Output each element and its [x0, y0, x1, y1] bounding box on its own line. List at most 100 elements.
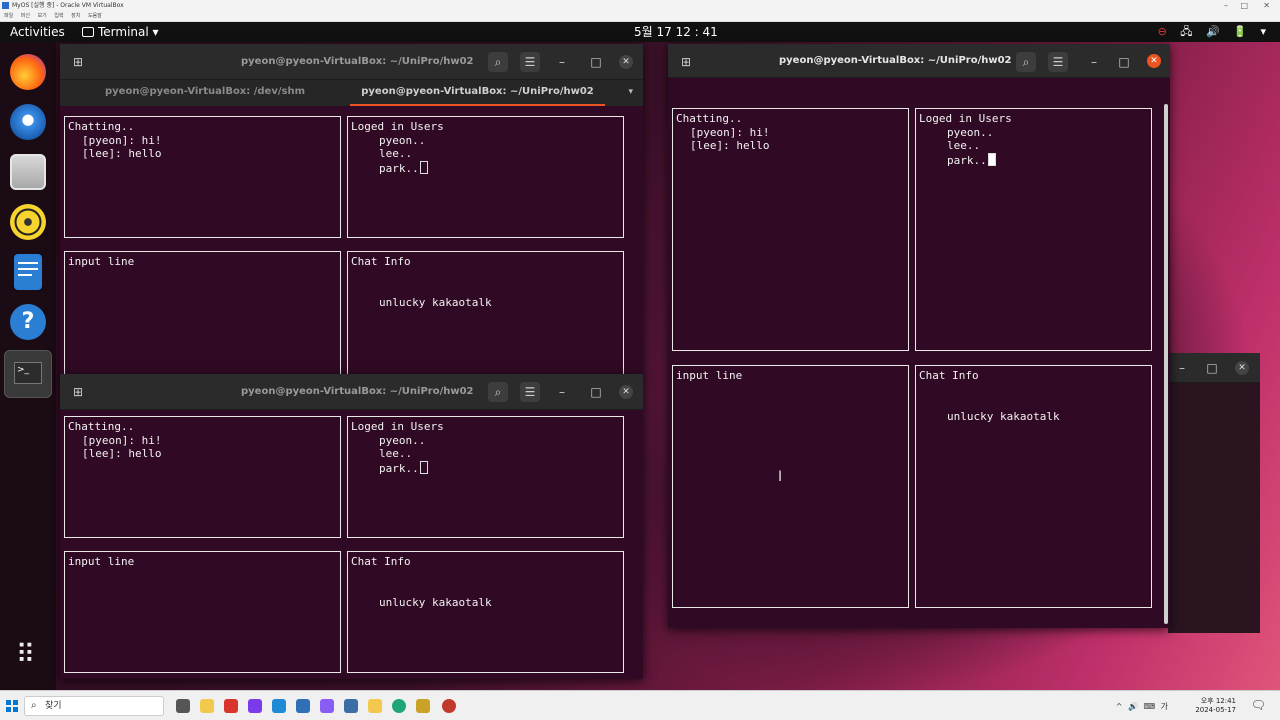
minimize-button[interactable]: – [552, 382, 572, 402]
help-icon[interactable]: ? [10, 304, 46, 340]
mouse-ibeam-cursor: I [778, 469, 783, 485]
close-button[interactable]: ✕ [619, 385, 633, 399]
minimize-button[interactable]: – [1172, 358, 1192, 378]
user-item: pyeon.. [379, 433, 426, 447]
rhythmbox-icon[interactable] [10, 204, 46, 240]
user-item: pyeon.. [947, 125, 994, 139]
users-label: Loged in Users [351, 120, 444, 133]
clock[interactable]: 5월 17 12 : 41 [634, 22, 718, 42]
firefox-icon[interactable] [10, 54, 46, 90]
host-close-button[interactable]: ✕ [1263, 0, 1270, 11]
notification-icon[interactable]: 🗨 [1251, 698, 1266, 712]
tab-bar: pyeon@pyeon-VirtualBox: /dev/shm pyeon@p… [60, 80, 643, 106]
maximize-button[interactable]: □ [586, 382, 606, 402]
terminal-window-1[interactable]: ⊞ pyeon@pyeon-VirtualBox: ~/UniPro/hw02 … [60, 44, 643, 376]
writer-icon[interactable] [14, 254, 42, 290]
terminal-window-background[interactable]: – □ ✕ [1168, 353, 1260, 633]
virtualbox-menubar[interactable]: 파일 머신 보기 입력 장치 도움말 [0, 11, 1280, 22]
file-explorer-icon[interactable] [200, 699, 214, 713]
taskbar-clock[interactable]: 오후 12:41 2024-05-17 [1195, 697, 1236, 715]
window-header: ⊞ pyeon@pyeon-VirtualBox: ~/UniPro/hw02 … [60, 44, 643, 80]
new-tab-button[interactable]: ⊞ [676, 52, 696, 72]
hamburger-menu-icon[interactable]: ☰ [520, 52, 540, 72]
acrobat-icon[interactable] [224, 699, 238, 713]
mail-icon[interactable] [344, 699, 358, 713]
system-tray[interactable]: ⊖ 🖧 🔊 🔋 ▾ [1148, 22, 1266, 42]
chatting-panel: Chatting.. [pyeon]: hi! [lee]: hello [64, 116, 341, 238]
scrollbar[interactable] [1164, 104, 1168, 624]
folder-icon[interactable] [368, 699, 382, 713]
new-tab-button[interactable]: ⊞ [68, 382, 88, 402]
close-button[interactable]: ✕ [619, 55, 633, 69]
chatting-label: Chatting.. [68, 420, 135, 433]
task-view-icon[interactable] [176, 699, 190, 713]
tabs-dropdown-icon[interactable]: ▾ [628, 80, 633, 104]
edge-icon[interactable] [392, 699, 406, 713]
paint-icon[interactable] [416, 699, 430, 713]
input-label: input line [68, 255, 135, 268]
input-panel[interactable]: input line [672, 365, 909, 608]
minimize-button[interactable]: – [552, 52, 572, 72]
minimize-button[interactable]: – [1084, 52, 1104, 72]
chat-info-label: Chat Info [351, 255, 411, 268]
text-cursor [419, 160, 428, 174]
users-label: Loged in Users [351, 420, 444, 433]
battery-icon: 🔋 [1233, 25, 1247, 38]
host-maximize-button[interactable]: □ [1240, 0, 1248, 11]
taskbar-search-input[interactable]: ⌕ 찾기 [24, 696, 164, 716]
terminal-window-3[interactable]: ⊞ pyeon@pyeon-VirtualBox: ~/UniPro/hw02 … [668, 44, 1170, 628]
chat-info-text: unlucky kakaotalk [947, 409, 1060, 423]
new-tab-button[interactable]: ⊞ [68, 52, 88, 72]
maximize-button[interactable]: □ [1202, 358, 1222, 378]
thunderbird-icon[interactable] [10, 104, 46, 140]
search-icon[interactable]: ⌕ [488, 52, 508, 72]
show-apps-icon[interactable]: ⠿ [16, 642, 35, 668]
chat-message: [lee]: hello [690, 139, 770, 152]
virtualbox-icon[interactable] [296, 699, 310, 713]
visual-studio-icon[interactable] [248, 699, 262, 713]
dock: ? >_ ⠿ [0, 42, 56, 690]
search-icon[interactable]: ⌕ [488, 382, 508, 402]
users-label: Loged in Users [919, 112, 1012, 125]
chatting-label: Chatting.. [68, 120, 135, 133]
input-label: input line [676, 369, 743, 382]
activities-button[interactable]: Activities [10, 22, 65, 42]
maximize-button[interactable]: □ [1114, 52, 1134, 72]
taskbar-tray[interactable]: ^ 🔊 ⌨ 가 [1116, 701, 1168, 712]
users-panel: Loged in Users pyeon.. lee.. park.. [347, 116, 624, 238]
input-panel[interactable]: input line [64, 251, 341, 376]
input-panel[interactable]: input line [64, 551, 341, 673]
files-icon[interactable] [10, 154, 46, 190]
close-button[interactable]: ✕ [1235, 361, 1249, 375]
chat-info-label: Chat Info [351, 555, 411, 568]
user-item: park.. [947, 153, 987, 167]
user-item: lee.. [947, 139, 981, 152]
tab-hw02[interactable]: pyeon@pyeon-VirtualBox: ~/UniPro/hw02 [350, 80, 605, 106]
chat-message: [pyeon]: hi! [690, 125, 770, 139]
window-title: pyeon@pyeon-VirtualBox: ~/UniPro/hw02 [241, 56, 474, 67]
close-button[interactable]: ✕ [1147, 54, 1161, 68]
app-icon[interactable] [320, 699, 334, 713]
terminal-window-2[interactable]: ⊞ pyeon@pyeon-VirtualBox: ~/UniPro/hw02 … [60, 374, 643, 679]
user-item: park.. [379, 461, 419, 475]
terminal-dock-item[interactable]: >_ [4, 350, 52, 398]
search-icon[interactable]: ⌕ [1016, 52, 1036, 72]
start-icon[interactable] [6, 700, 18, 712]
chat-info-panel: Chat Info unlucky kakaotalk [347, 251, 624, 376]
chat-info-panel: Chat Info unlucky kakaotalk [347, 551, 624, 673]
taskbar-time: 오후 12:41 [1200, 697, 1236, 705]
tab-dev-shm[interactable]: pyeon@pyeon-VirtualBox: /dev/shm [60, 80, 350, 104]
chevron-down-icon: ▾ [1260, 25, 1266, 38]
host-minimize-button[interactable]: – [1224, 0, 1228, 11]
hamburger-menu-icon[interactable]: ☰ [520, 382, 540, 402]
users-panel: Loged in Users pyeon.. lee.. park.. [347, 416, 624, 538]
maximize-button[interactable]: □ [586, 52, 606, 72]
app-menu[interactable]: Terminal ▾ [82, 22, 159, 42]
chat-message: [pyeon]: hi! [82, 433, 162, 447]
hamburger-menu-icon[interactable]: ☰ [1048, 52, 1068, 72]
terminal-icon: >_ [14, 362, 42, 384]
vscode-icon[interactable] [272, 699, 286, 713]
window-header: ⊞ pyeon@pyeon-VirtualBox: ~/UniPro/hw02 … [60, 374, 643, 410]
user-item: park.. [379, 161, 419, 175]
record-app-icon[interactable] [442, 699, 456, 713]
